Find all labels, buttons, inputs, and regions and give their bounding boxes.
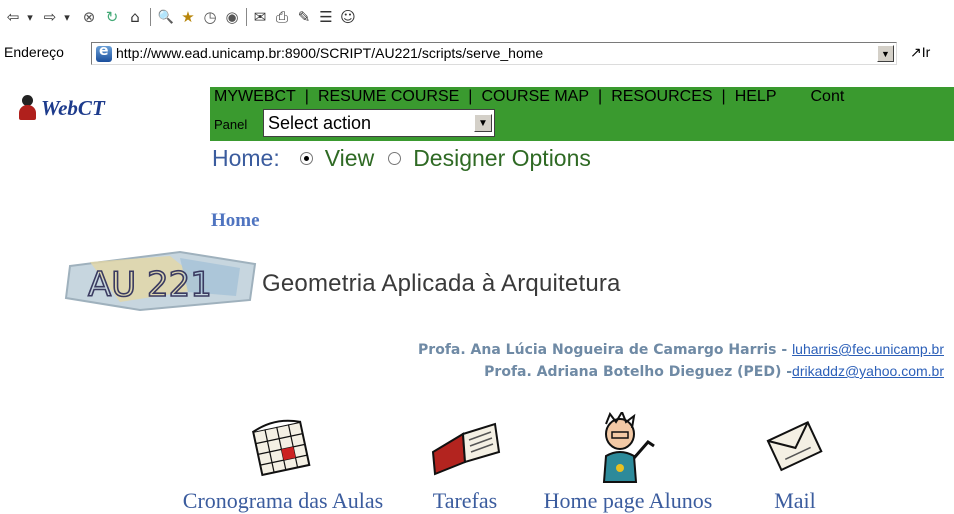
professor-name: Profa. Ana Lúcia Nogueira de Camargo Har… xyxy=(418,342,793,358)
toolbar-separator xyxy=(246,8,247,26)
action-select[interactable]: Select action ▼ xyxy=(263,109,495,137)
professor-line-2: Profa. Adriana Botelho Dieguez (PED) -dr… xyxy=(484,363,944,380)
tile-label[interactable]: Mail xyxy=(774,488,816,514)
tile-cronograma[interactable]: Cronograma das Aulas xyxy=(183,412,383,513)
tile-home-page-alunos[interactable]: Home page Alunos xyxy=(544,412,712,513)
tile-label[interactable]: Cronograma das Aulas xyxy=(183,488,383,514)
tile-mail[interactable]: Mail xyxy=(755,412,835,513)
nav-mywebct[interactable]: MYWEBCT xyxy=(214,88,296,106)
nav-control-panel[interactable]: Cont xyxy=(811,88,845,106)
nav-resources[interactable]: RESOURCES xyxy=(611,88,712,106)
course-nav-bar: MYWEBCT | RESUME COURSE | COURSE MAP | RESOURC… xyxy=(210,87,954,141)
webct-logo-text: WebCT xyxy=(41,95,105,120)
chevron-down-icon[interactable]: ▼ xyxy=(474,114,492,132)
toolbar-separator xyxy=(150,8,151,26)
calendar-icon[interactable] xyxy=(243,412,323,482)
messenger-icon[interactable]: ☺ xyxy=(338,7,358,27)
tile-label[interactable]: Home page Alunos xyxy=(544,488,713,514)
address-input[interactable]: http://www.ead.unicamp.br:8900/SCRIPT/AU… xyxy=(91,42,897,65)
home-label: Home: xyxy=(212,145,280,171)
designer-options-label[interactable]: Designer Options xyxy=(413,145,591,172)
nav-links: MYWEBCT | RESUME COURSE | COURSE MAP | RESOURC… xyxy=(214,88,845,106)
discuss-icon[interactable]: ☰ xyxy=(316,7,336,27)
webct-figure-icon xyxy=(15,95,39,121)
refresh-icon[interactable]: ↻ xyxy=(102,7,122,27)
back-arrow-icon[interactable]: ⇦ xyxy=(3,7,23,27)
address-label: Endereço xyxy=(4,44,64,60)
home-icon[interactable]: ⌂ xyxy=(125,7,145,27)
course-banner-graphic: AU 221 xyxy=(64,250,257,312)
forward-dropdown-icon[interactable]: ▾ xyxy=(60,7,74,27)
course-banner: AU 221 Geometria Aplicada à Arquitetura xyxy=(60,248,710,314)
go-button[interactable]: ↗Ir xyxy=(910,44,930,61)
home-view-switch: Home: View Designer Options xyxy=(212,145,591,172)
address-url[interactable]: http://www.ead.unicamp.br:8900/SCRIPT/AU… xyxy=(116,45,543,61)
print-icon[interactable]: ⎙ xyxy=(272,7,292,27)
tile-tarefas[interactable]: Tarefas xyxy=(425,412,505,513)
page-icon xyxy=(96,43,112,62)
view-option-label[interactable]: View xyxy=(325,145,374,172)
address-bar: Endereço http://www.ead.unicamp.br:8900/… xyxy=(0,34,954,74)
page-title: Home xyxy=(211,210,260,231)
book-icon[interactable] xyxy=(425,412,505,482)
nav-resume-course[interactable]: RESUME COURSE xyxy=(318,88,459,106)
history-icon[interactable]: ◷ xyxy=(200,7,220,27)
professor-email-link[interactable]: luharris@fec.unicamp.br xyxy=(792,341,944,357)
favorites-icon[interactable]: ★ xyxy=(178,7,198,27)
mail-icon[interactable] xyxy=(755,412,835,482)
action-select-value: Select action xyxy=(268,113,372,133)
banner-graphic-text: AU 221 xyxy=(88,265,212,305)
edit-icon[interactable]: ✎ xyxy=(294,7,314,27)
professor-name: Profa. Adriana Botelho Dieguez (PED) - xyxy=(484,364,793,380)
mail-icon[interactable]: ✉ xyxy=(250,7,270,27)
professor-line-1: Profa. Ana Lúcia Nogueira de Camargo Har… xyxy=(418,341,944,358)
professor-email-link[interactable]: drikaddz@yahoo.com.br xyxy=(792,363,944,379)
forward-arrow-icon[interactable]: ⇨ xyxy=(40,7,60,27)
media-icon[interactable]: ◉ xyxy=(222,7,242,27)
stop-icon[interactable]: ⊗ xyxy=(79,7,99,27)
browser-toolbar: ⇦ ▾ ⇨ ▾ ⊗ ↻ ⌂ 🔍 ★ ◷ ◉ ✉ ⎙ ✎ ☰ ☺ xyxy=(0,0,954,34)
nav-course-map[interactable]: COURSE MAP xyxy=(481,88,589,106)
view-radio[interactable] xyxy=(299,152,313,165)
address-dropdown-icon[interactable]: ▼ xyxy=(877,45,894,62)
course-title: Geometria Aplicada à Arquitetura xyxy=(262,270,621,297)
nav-help[interactable]: HELP xyxy=(735,88,777,106)
panel-label: Panel xyxy=(214,117,248,132)
student-icon[interactable] xyxy=(588,412,668,486)
tile-label[interactable]: Tarefas xyxy=(433,488,497,514)
go-arrow-icon: ↗ xyxy=(910,44,922,60)
go-label: Ir xyxy=(921,44,931,60)
designer-options-radio[interactable] xyxy=(388,152,402,165)
search-icon[interactable]: 🔍 xyxy=(156,7,176,27)
webct-logo[interactable]: WebCT xyxy=(15,95,105,121)
back-dropdown-icon[interactable]: ▾ xyxy=(23,7,37,27)
